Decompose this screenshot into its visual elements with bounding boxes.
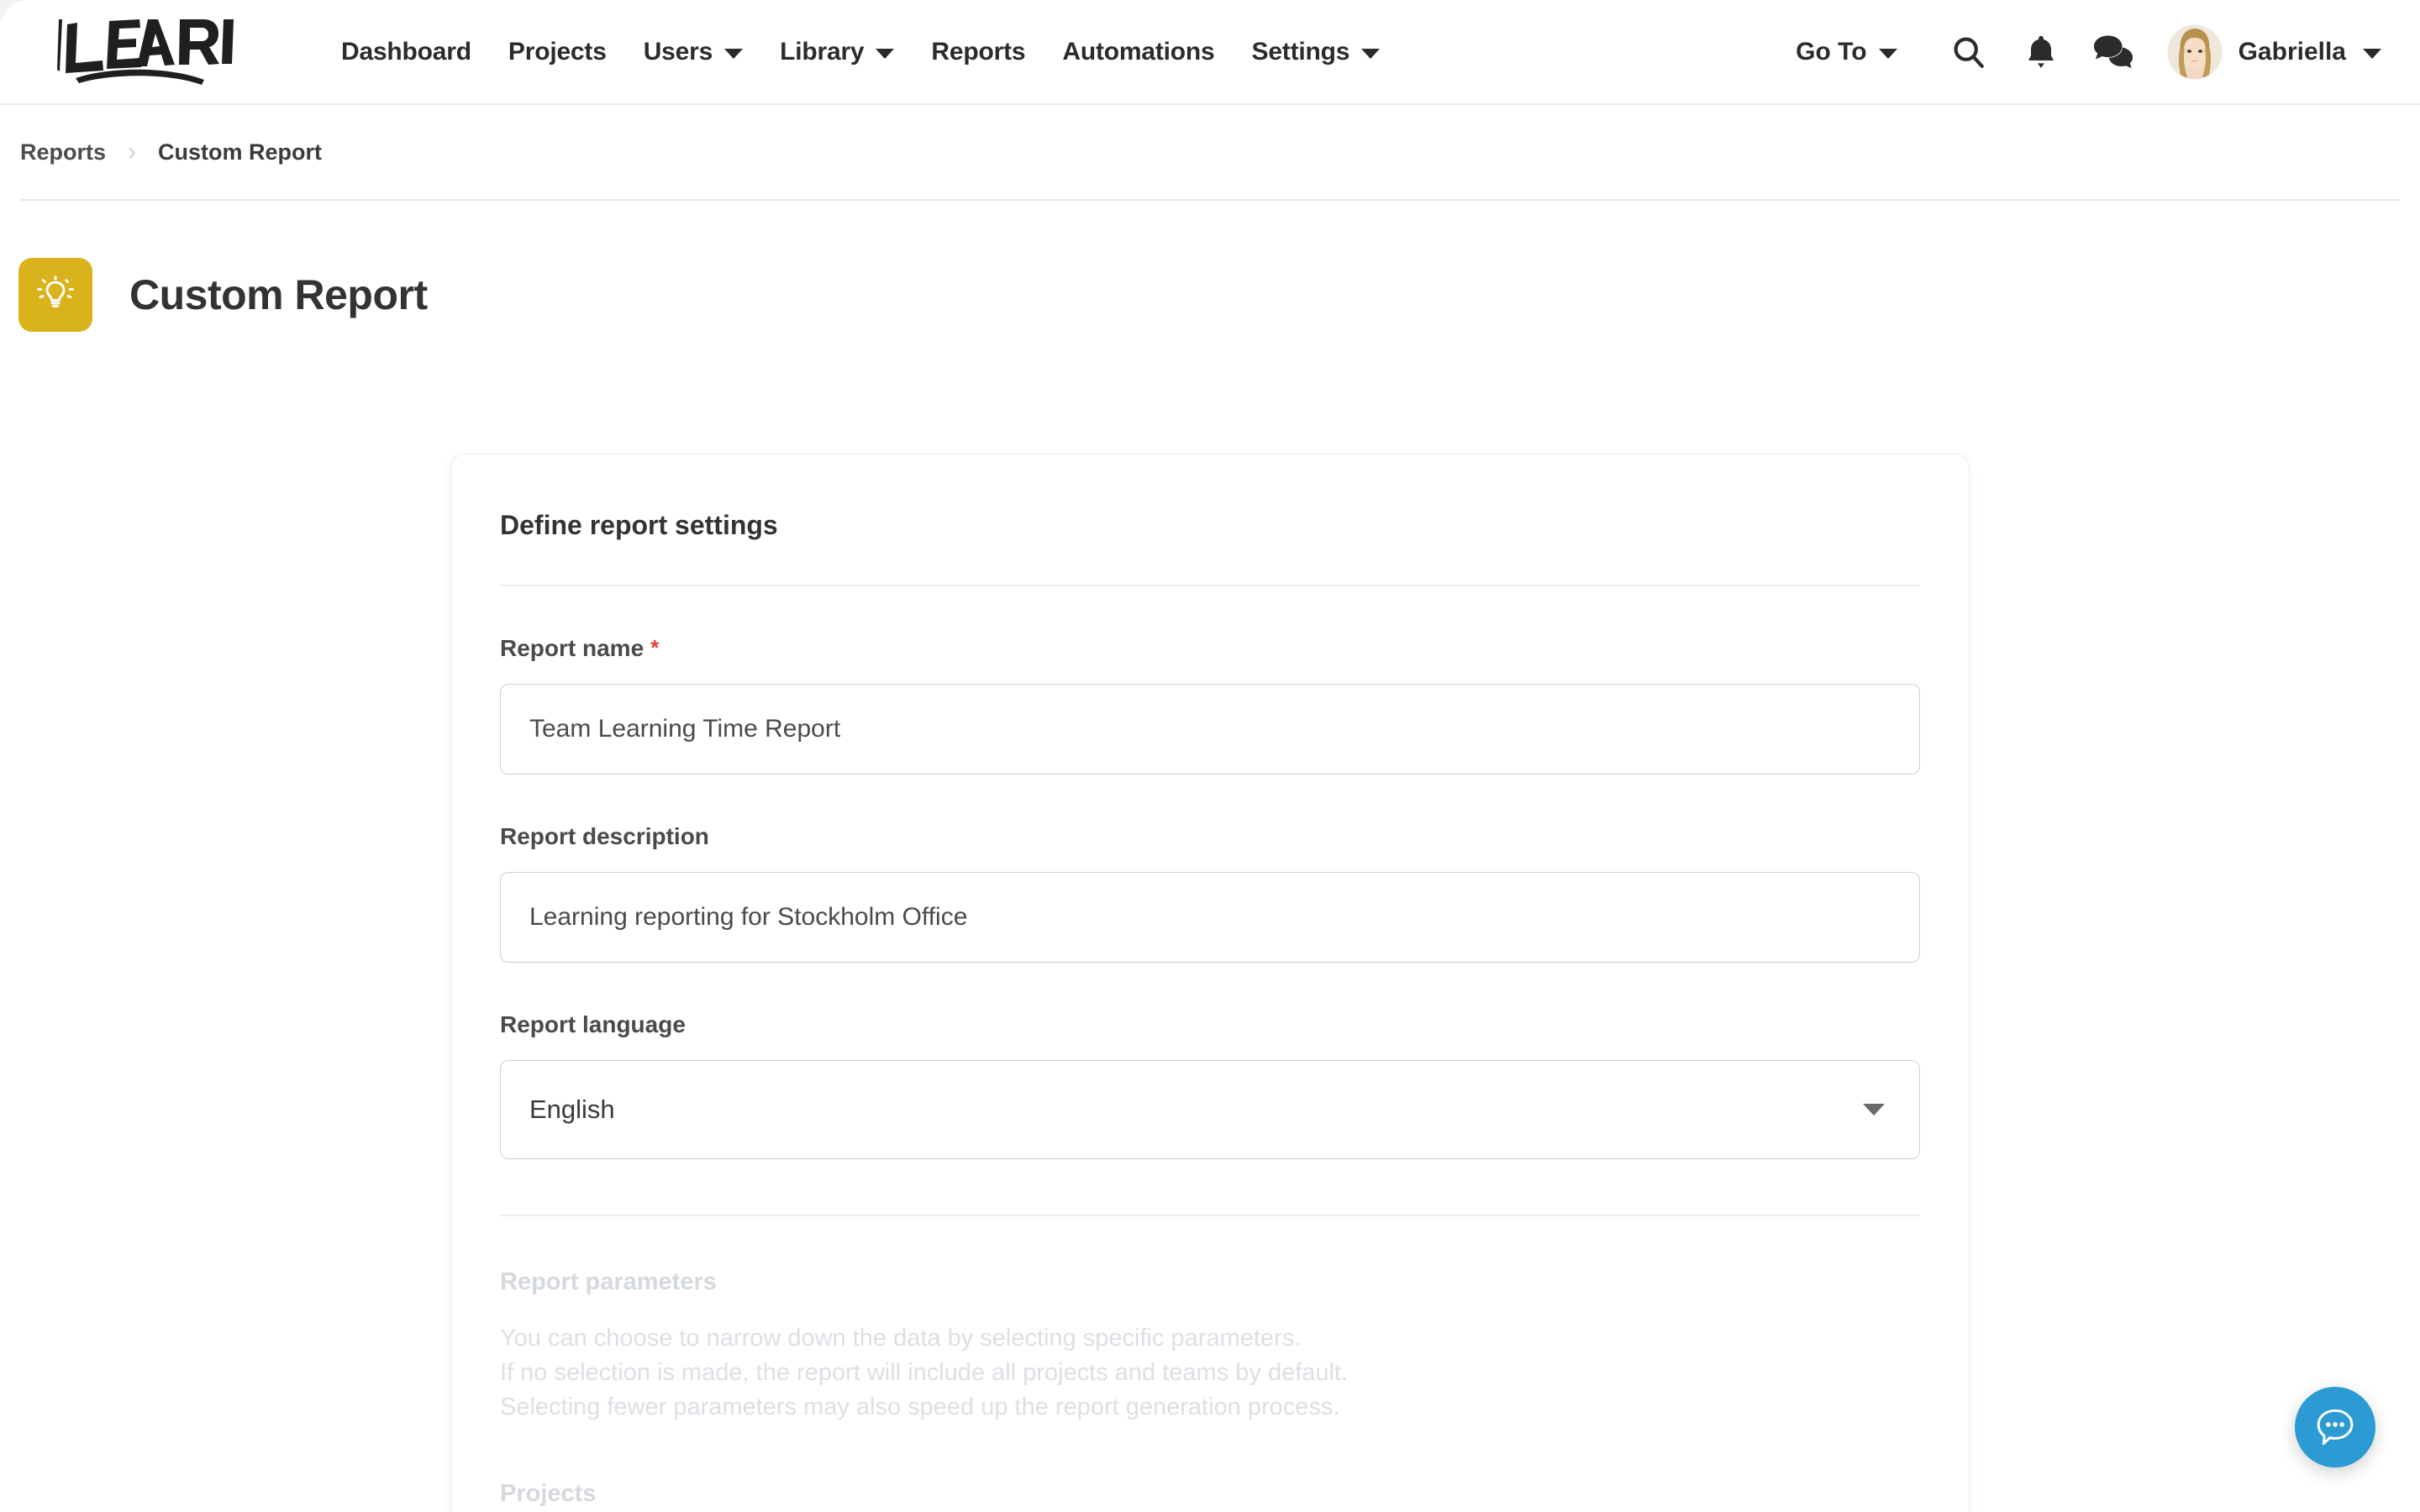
chevron-down-icon xyxy=(1878,48,1897,59)
chevron-down-icon xyxy=(876,48,895,59)
report-description-label: Report description xyxy=(500,823,1920,850)
main-nav-links: Dashboard Projects Users Library Reports… xyxy=(323,29,1398,75)
report-name-input[interactable] xyxy=(500,684,1920,774)
custom-report-icon-tile xyxy=(18,258,92,332)
report-name-label-text: Report name xyxy=(500,635,644,661)
nav-label: Library xyxy=(780,37,865,66)
learnifier-logo[interactable]: LEARNIFIER xyxy=(57,18,282,85)
required-asterisk: * xyxy=(650,635,660,660)
report-language-selected-value: English xyxy=(529,1095,615,1124)
report-settings-card: Define report settings Report name * Rep… xyxy=(450,454,1970,1512)
page-header: Custom Report xyxy=(0,201,2420,332)
nav-item-reports[interactable]: Reports xyxy=(913,29,1044,75)
projects-label: Projects xyxy=(500,1480,597,1507)
report-parameters-title: Report parameters xyxy=(500,1268,717,1295)
nav-label: Projects xyxy=(508,37,607,66)
chat-bubbles-icon xyxy=(2093,34,2133,68)
breadcrumb-section: Reports › Custom Report xyxy=(0,105,2420,201)
report-language-label: Report language xyxy=(500,1011,1920,1038)
card-title-divider xyxy=(500,585,1920,586)
nav-label: Users xyxy=(643,37,713,66)
notifications-button[interactable] xyxy=(2005,16,2077,88)
report-description-input[interactable] xyxy=(500,872,1920,963)
nav-label: Dashboard xyxy=(341,37,471,66)
chevron-down-icon[interactable] xyxy=(1863,1104,1885,1116)
avatar xyxy=(2167,24,2222,79)
chevron-down-icon xyxy=(724,48,744,59)
page-title: Custom Report xyxy=(129,271,428,318)
nav-item-users[interactable]: Users xyxy=(625,29,761,75)
report-parameters-description: You can choose to narrow down the data b… xyxy=(500,1321,1920,1425)
bell-icon xyxy=(2028,35,2054,68)
nav-item-library[interactable]: Library xyxy=(761,29,913,75)
search-button[interactable] xyxy=(1933,16,2005,88)
field-report-name: Report name * xyxy=(500,635,1920,774)
user-menu[interactable]: Gabriella xyxy=(2149,24,2381,79)
report-language-label-text: Report language xyxy=(500,1011,686,1037)
nav-item-projects[interactable]: Projects xyxy=(490,29,625,75)
breadcrumb-item-custom-report[interactable]: Custom Report xyxy=(158,139,322,165)
main-content: Define report settings Report name * Rep… xyxy=(0,454,2420,1512)
nav-label: Automations xyxy=(1062,37,1215,66)
nav-item-automations[interactable]: Automations xyxy=(1044,29,1233,75)
report-name-label: Report name * xyxy=(500,635,1920,662)
nav-label: Settings xyxy=(1251,37,1350,66)
breadcrumb-separator-icon: › xyxy=(128,138,137,165)
chat-support-button[interactable] xyxy=(2295,1387,2375,1467)
report-parameters-section: Report parameters You can choose to narr… xyxy=(500,1268,1920,1512)
card-title: Define report settings xyxy=(500,510,778,540)
params-desc-line-3: Selecting fewer parameters may also spee… xyxy=(500,1394,1340,1420)
messages-button[interactable] xyxy=(2077,16,2149,88)
nav-item-settings[interactable]: Settings xyxy=(1234,29,1399,75)
nav-item-dashboard[interactable]: Dashboard xyxy=(323,29,490,75)
report-language-select-wrap: English xyxy=(500,1060,1920,1159)
parameters-divider xyxy=(500,1215,1920,1216)
params-desc-line-1: You can choose to narrow down the data b… xyxy=(500,1325,1302,1352)
lightbulb-icon xyxy=(37,276,74,307)
report-description-label-text: Report description xyxy=(500,823,709,849)
breadcrumb-item-reports[interactable]: Reports xyxy=(20,139,106,165)
breadcrumb: Reports › Custom Report xyxy=(20,105,2400,199)
params-desc-line-2: If no selection is made, the report will… xyxy=(500,1359,1349,1386)
search-icon xyxy=(1954,36,1984,68)
nav-right-group: Go To Gabriella xyxy=(1779,16,2381,88)
nav-label: Reports xyxy=(931,37,1026,66)
go-to-menu[interactable]: Go To xyxy=(1779,29,1913,75)
app-window: LEARNIFIER Dashboard Projects Users Libr… xyxy=(0,0,2420,1512)
chat-dots-icon xyxy=(2317,1409,2354,1446)
field-report-language: Report language English xyxy=(500,1011,1920,1159)
report-language-select[interactable]: English xyxy=(500,1060,1920,1159)
go-to-label: Go To xyxy=(1796,37,1867,66)
chevron-down-icon xyxy=(1361,48,1381,59)
user-name: Gabriella xyxy=(2238,37,2346,66)
field-report-description: Report description xyxy=(500,823,1920,963)
chevron-down-icon xyxy=(2363,48,2381,59)
top-navigation-bar: LEARNIFIER Dashboard Projects Users Libr… xyxy=(0,0,2420,105)
